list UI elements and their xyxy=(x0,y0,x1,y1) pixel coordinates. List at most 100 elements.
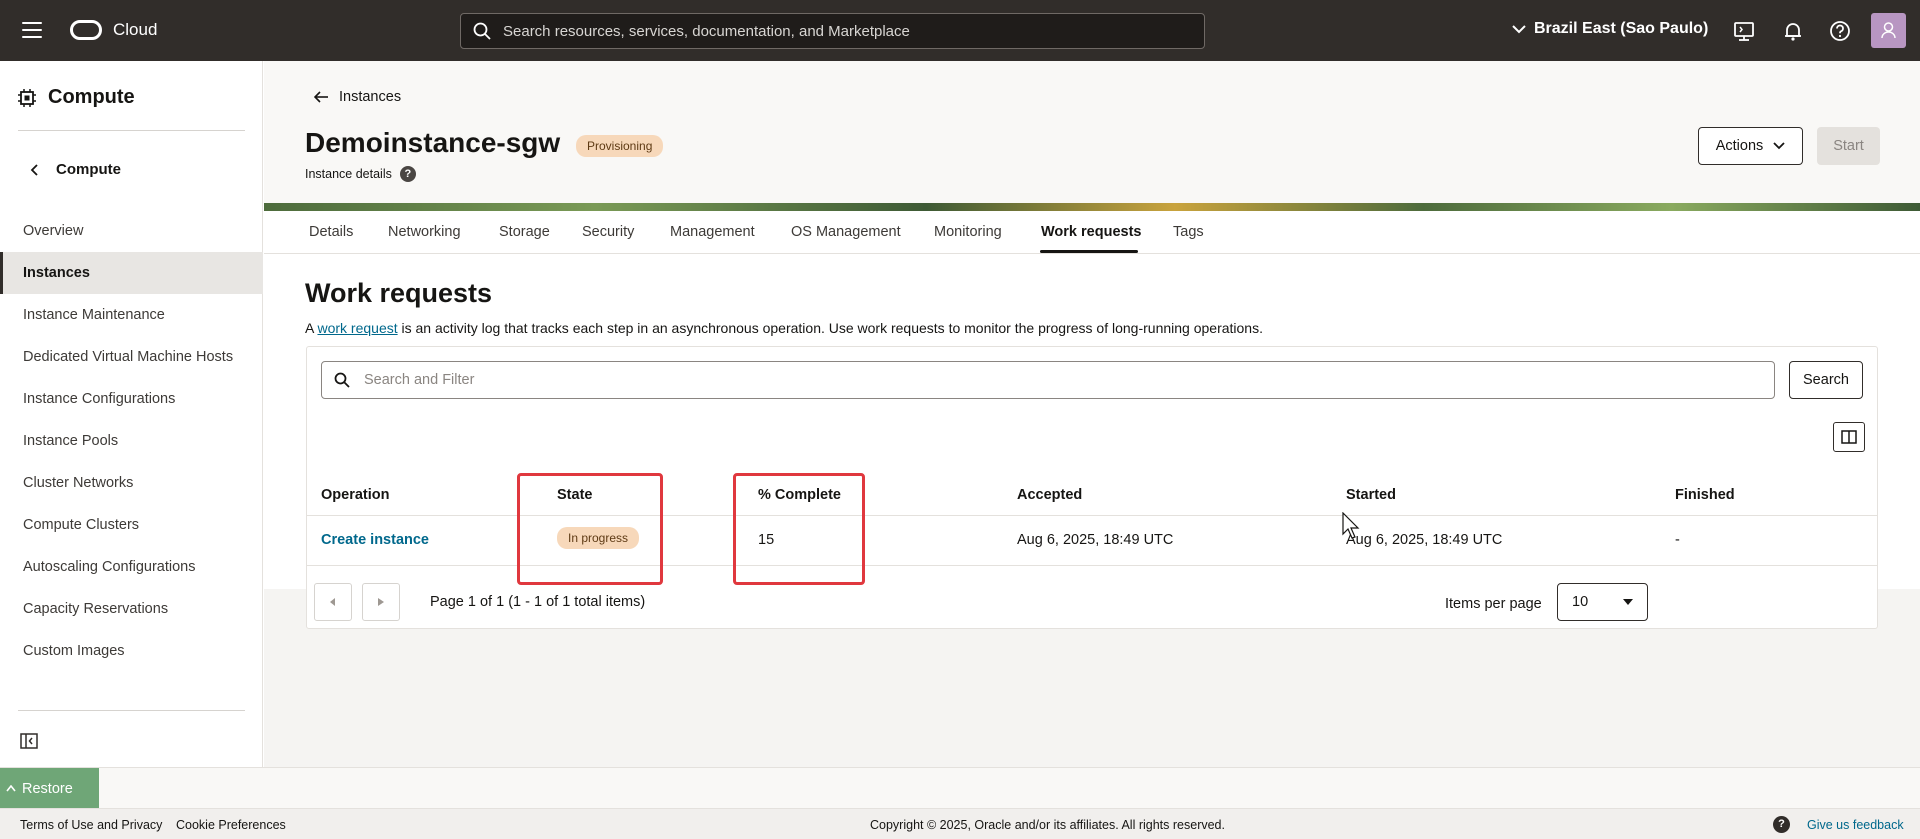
operation-link[interactable]: Create instance xyxy=(321,532,429,548)
sidebar-divider xyxy=(18,710,245,711)
tab-bar: Details Networking Storage Security Mana… xyxy=(264,211,1920,254)
next-page-button[interactable] xyxy=(362,583,400,621)
start-button[interactable]: Start xyxy=(1817,127,1880,165)
global-search[interactable] xyxy=(460,13,1205,49)
menu-icon[interactable] xyxy=(22,22,42,38)
section-description: A work request is an activity log that t… xyxy=(305,320,1263,336)
section-title: Work requests xyxy=(305,278,493,308)
restore-button[interactable]: Restore xyxy=(0,768,99,809)
bell-icon[interactable] xyxy=(1782,20,1804,42)
tab-security[interactable]: Security xyxy=(582,224,634,240)
sidebar-divider xyxy=(18,130,245,131)
page-subtitle: Instance details ? xyxy=(305,166,416,182)
column-settings-button[interactable] xyxy=(1833,422,1865,452)
active-tab-indicator xyxy=(1040,250,1138,253)
search-filter-input[interactable] xyxy=(364,372,1744,388)
sidebar-title-label: Compute xyxy=(48,86,135,108)
search-button[interactable]: Search xyxy=(1789,361,1863,399)
chevron-up-icon xyxy=(6,785,16,792)
cloud-shell-icon[interactable] xyxy=(1733,20,1755,42)
desc-suffix: is an activity log that tracks each step… xyxy=(397,320,1263,336)
tab-os-management[interactable]: OS Management xyxy=(791,224,901,240)
region-selector[interactable]: Brazil East (Sao Paulo) xyxy=(1512,20,1708,38)
sidebar-item-custom-images[interactable]: Custom Images xyxy=(0,630,263,672)
decorative-banner xyxy=(264,203,1920,211)
state-column-highlight xyxy=(517,473,663,585)
sidebar-item-autoscaling-configurations[interactable]: Autoscaling Configurations xyxy=(0,546,263,588)
cookie-preferences-link[interactable]: Cookie Preferences xyxy=(176,818,286,832)
sidebar-item-overview[interactable]: Overview xyxy=(0,210,263,252)
sidebar-item-instance-configurations[interactable]: Instance Configurations xyxy=(0,378,263,420)
breadcrumb-label: Instances xyxy=(339,89,402,105)
chevron-left-icon xyxy=(30,163,38,176)
column-header-accepted[interactable]: Accepted xyxy=(1017,487,1082,503)
sidebar-item-capacity-reservations[interactable]: Capacity Reservations xyxy=(0,588,263,630)
tab-storage[interactable]: Storage xyxy=(499,224,550,240)
collapse-sidebar-icon[interactable] xyxy=(20,733,38,749)
chevron-down-icon xyxy=(1773,142,1785,150)
sidebar-item-dedicated-vm-hosts[interactable]: Dedicated Virtual Machine Hosts xyxy=(0,336,263,378)
global-search-input[interactable] xyxy=(503,22,1183,40)
accepted-value: Aug 6, 2025, 18:49 UTC xyxy=(1017,532,1174,548)
column-header-started[interactable]: Started xyxy=(1346,487,1396,503)
search-icon xyxy=(473,22,491,40)
column-header-finished[interactable]: Finished xyxy=(1675,487,1735,503)
sidebar-item-compute-clusters[interactable]: Compute Clusters xyxy=(0,504,263,546)
items-per-page-label: Items per page xyxy=(1445,596,1542,612)
finished-value: - xyxy=(1675,532,1680,548)
sidebar-item-instance-pools[interactable]: Instance Pools xyxy=(0,420,263,462)
previous-page-button[interactable] xyxy=(314,583,352,621)
user-icon xyxy=(1881,22,1896,39)
oracle-logo[interactable] xyxy=(70,20,102,40)
sidebar-nav: Overview Instances Instance Maintenance … xyxy=(0,210,263,672)
page-header: Instances Demoinstance-sgw Provisioning … xyxy=(264,61,1920,203)
work-requests-section: Work requests A work request is an activ… xyxy=(264,254,1920,629)
sidebar-back-label: Compute xyxy=(56,161,121,178)
feedback-link[interactable]: Give us feedback xyxy=(1807,818,1904,832)
restore-bar: Restore xyxy=(0,767,1920,809)
page-subtitle-text: Instance details xyxy=(305,167,392,181)
sidebar-item-instances[interactable]: Instances xyxy=(0,252,263,294)
chip-icon xyxy=(18,88,36,107)
sidebar: Compute Compute Overview Instances Insta… xyxy=(0,61,263,767)
tab-work-requests[interactable]: Work requests xyxy=(1041,224,1141,240)
arrow-left-icon xyxy=(314,91,328,103)
actions-button[interactable]: Actions xyxy=(1698,127,1803,165)
pagination-info: Page 1 of 1 (1 - 1 of 1 total items) xyxy=(430,594,646,610)
tab-details[interactable]: Details xyxy=(309,224,353,240)
user-avatar[interactable] xyxy=(1871,13,1906,48)
percent-complete-highlight xyxy=(733,473,865,585)
help-icon[interactable] xyxy=(1829,20,1851,42)
tab-networking[interactable]: Networking xyxy=(388,224,461,240)
columns-icon xyxy=(1841,430,1857,444)
restore-label: Restore xyxy=(22,780,73,797)
search-filter-field[interactable] xyxy=(321,361,1775,399)
copyright-text: Copyright © 2025, Oracle and/or its affi… xyxy=(870,818,1225,832)
tab-management[interactable]: Management xyxy=(670,224,755,240)
column-header-operation[interactable]: Operation xyxy=(321,487,389,503)
breadcrumb[interactable]: Instances xyxy=(314,89,401,105)
desc-prefix: A xyxy=(305,320,318,336)
actions-button-label: Actions xyxy=(1715,138,1764,154)
chevron-down-icon xyxy=(1512,25,1526,34)
sidebar-item-cluster-networks[interactable]: Cluster Networks xyxy=(0,462,263,504)
work-request-link[interactable]: work request xyxy=(317,320,397,336)
region-label: Brazil East (Sao Paulo) xyxy=(1534,20,1709,37)
tab-tags[interactable]: Tags xyxy=(1173,224,1204,240)
tab-monitoring[interactable]: Monitoring xyxy=(934,224,1002,240)
brand-name[interactable]: Cloud xyxy=(113,20,157,40)
feedback-help-icon[interactable]: ? xyxy=(1773,816,1790,833)
page-title: Demoinstance-sgw xyxy=(305,127,561,158)
main-content: Instances Demoinstance-sgw Provisioning … xyxy=(264,61,1920,767)
terms-link[interactable]: Terms of Use and Privacy xyxy=(20,818,162,832)
footer: Terms of Use and Privacy Cookie Preferen… xyxy=(0,808,1920,839)
help-icon[interactable]: ? xyxy=(399,166,416,182)
sidebar-item-instance-maintenance[interactable]: Instance Maintenance xyxy=(0,294,263,336)
sidebar-back-link[interactable]: Compute xyxy=(30,161,121,178)
items-per-page-select[interactable]: 10 xyxy=(1557,583,1648,621)
caret-left-icon xyxy=(330,598,335,606)
sidebar-title: Compute xyxy=(18,86,135,109)
mouse-cursor-icon xyxy=(1342,512,1360,539)
caret-down-icon xyxy=(1623,599,1633,605)
started-value: Aug 6, 2025, 18:49 UTC xyxy=(1346,532,1503,548)
